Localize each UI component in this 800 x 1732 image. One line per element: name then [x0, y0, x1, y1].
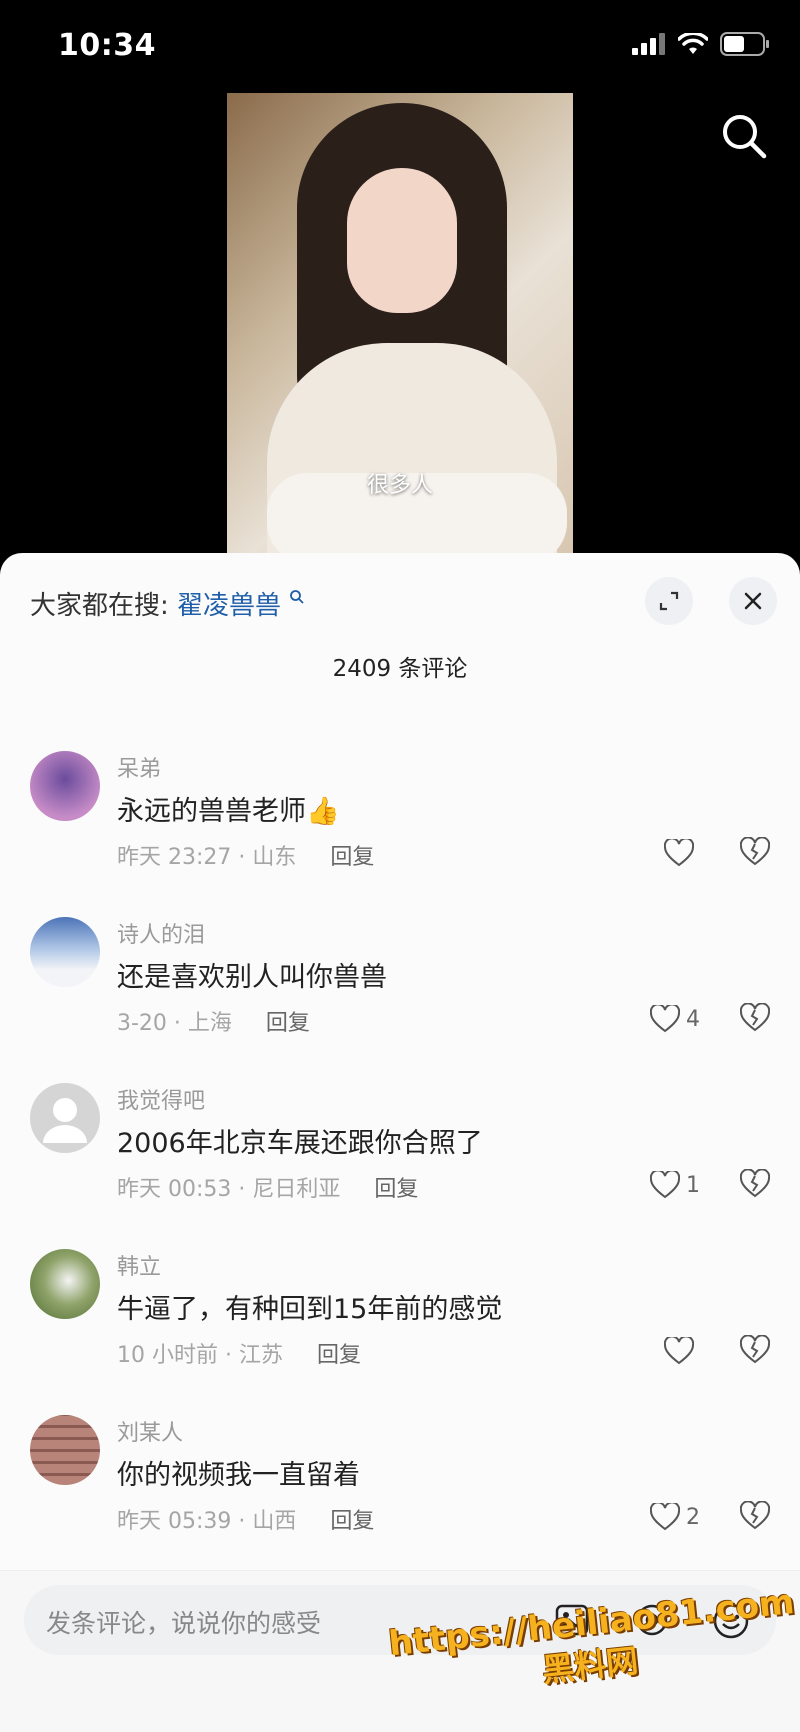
- like-button[interactable]: [664, 1337, 700, 1365]
- comment-username[interactable]: 我觉得吧: [117, 1083, 205, 1115]
- heart-icon: [650, 1005, 680, 1033]
- comment-time-location: 3-20 · 上海: [117, 1011, 232, 1036]
- comment-item: 韩立 牛逼了，有种回到15年前的感觉 10 小时前 · 江苏 回复: [0, 1249, 800, 1409]
- wifi-icon: [678, 33, 708, 54]
- avatar[interactable]: [30, 1415, 100, 1485]
- comment-time-location: 昨天 23:27 · 山东: [117, 845, 297, 870]
- close-button[interactable]: [729, 577, 777, 625]
- avatar[interactable]: [30, 1249, 100, 1319]
- comment-meta: 昨天 05:39 · 山西 回复: [117, 1503, 374, 1535]
- hot-search-keyword[interactable]: 翟凌兽兽: [177, 591, 281, 621]
- comment-item: 我觉得吧 2006年北京车展还跟你合照了 昨天 00:53 · 尼日利亚 回复 1: [0, 1083, 800, 1243]
- comment-text: 2006年北京车展还跟你合照了: [117, 1128, 483, 1159]
- video-subtitle: 很多人: [366, 473, 433, 498]
- comment-time-location: 昨天 00:53 · 尼日利亚: [117, 1177, 341, 1202]
- broken-heart-icon[interactable]: [740, 1501, 770, 1531]
- comment-text: 牛逼了，有种回到15年前的感觉: [117, 1294, 503, 1325]
- expand-icon: [659, 591, 679, 611]
- avatar[interactable]: [30, 917, 100, 987]
- comment-item: 诗人的泪 还是喜欢别人叫你兽兽 3-20 · 上海 回复 4: [0, 917, 800, 1077]
- search-small-icon: [290, 590, 304, 604]
- comment-username[interactable]: 呆弟: [117, 751, 161, 783]
- heart-icon: [664, 1337, 694, 1365]
- avatar[interactable]: [30, 751, 100, 821]
- comment-sheet: 大家都在搜: 翟凌兽兽 2409 条评论 呆弟 永远的兽兽老师👍 昨天 23:2…: [0, 553, 800, 1731]
- comment-time-location: 昨天 05:39 · 山西: [117, 1509, 297, 1534]
- comment-meta: 3-20 · 上海 回复: [117, 1005, 310, 1037]
- reply-button[interactable]: 回复: [266, 1011, 310, 1036]
- status-icons: [632, 32, 770, 56]
- heart-icon: [650, 1503, 680, 1531]
- reply-button[interactable]: 回复: [330, 845, 374, 870]
- default-avatar-icon: [43, 1098, 87, 1143]
- broken-heart-icon[interactable]: [740, 1169, 770, 1199]
- comment-username[interactable]: 韩立: [117, 1249, 161, 1281]
- avatar[interactable]: [30, 1083, 100, 1153]
- comment-text: 你的视频我一直留着: [117, 1460, 360, 1491]
- status-time: 10:34: [58, 28, 156, 63]
- heart-icon: [664, 839, 694, 867]
- video-player[interactable]: 很多人: [227, 93, 573, 553]
- battery-icon: [720, 32, 769, 56]
- heart-icon: [650, 1171, 680, 1199]
- comment-username[interactable]: 诗人的泪: [117, 917, 205, 949]
- close-icon: [744, 592, 762, 610]
- like-count: 1: [686, 1172, 700, 1198]
- comment-meta: 昨天 00:53 · 尼日利亚 回复: [117, 1171, 418, 1203]
- comment-item: 呆弟 永远的兽兽老师👍 昨天 23:27 · 山东 回复: [0, 751, 800, 911]
- like-button[interactable]: [664, 839, 700, 867]
- comment-text: 永远的兽兽老师👍: [117, 796, 340, 827]
- broken-heart-icon[interactable]: [740, 1335, 770, 1365]
- comment-input-placeholder: 发条评论，说说你的感受: [46, 1609, 322, 1638]
- like-button[interactable]: 1: [650, 1171, 700, 1199]
- like-count: 2: [686, 1504, 700, 1530]
- expand-button[interactable]: [645, 577, 693, 625]
- comment-meta: 昨天 23:27 · 山东 回复: [117, 839, 374, 871]
- status-bar: 10:34: [0, 0, 800, 95]
- reply-button[interactable]: 回复: [374, 1177, 418, 1202]
- like-button[interactable]: 2: [650, 1503, 700, 1531]
- comment-count: 2409 条评论: [332, 656, 468, 682]
- search-icon[interactable]: [718, 110, 770, 162]
- broken-heart-icon[interactable]: [740, 837, 770, 867]
- comment-item: 刘某人 你的视频我一直留着 昨天 05:39 · 山西 回复 2: [0, 1415, 800, 1575]
- comment-username[interactable]: 刘某人: [117, 1415, 183, 1447]
- hot-search-prefix: 大家都在搜:: [30, 591, 169, 621]
- broken-heart-icon[interactable]: [740, 1003, 770, 1033]
- comment-meta: 10 小时前 · 江苏 回复: [117, 1337, 361, 1369]
- comment-text: 还是喜欢别人叫你兽兽: [117, 962, 387, 993]
- like-count: 4: [686, 1006, 700, 1032]
- reply-button[interactable]: 回复: [330, 1509, 374, 1534]
- like-button[interactable]: 4: [650, 1005, 700, 1033]
- reply-button[interactable]: 回复: [317, 1343, 361, 1368]
- signal-icon: [632, 33, 665, 55]
- hot-search[interactable]: 大家都在搜: 翟凌兽兽: [30, 585, 305, 622]
- video-figure-face: [347, 168, 457, 313]
- comment-time-location: 10 小时前 · 江苏: [117, 1343, 283, 1368]
